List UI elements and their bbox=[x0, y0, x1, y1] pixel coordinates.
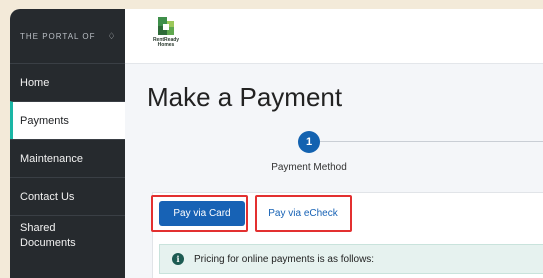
bell-icon[interactable]: ♢ bbox=[108, 31, 117, 42]
sidebar-item-label-line1: Shared bbox=[20, 221, 56, 234]
sidebar: THE PORTAL OF ♢ Home Payments Maintenanc… bbox=[10, 9, 125, 278]
sidebar-item-label: Maintenance bbox=[20, 152, 83, 165]
rentready-logo[interactable]: RentReady Homes bbox=[146, 15, 186, 48]
sidebar-item-payments[interactable]: Payments bbox=[10, 101, 125, 139]
pricing-info-text: Pricing for online payments is as follow… bbox=[194, 253, 375, 265]
sidebar-item-label: Shared Documents bbox=[20, 221, 76, 251]
sidebar-item-shared-documents[interactable]: Shared Documents bbox=[10, 215, 125, 255]
logo-line2: Homes bbox=[157, 42, 175, 48]
sidebar-item-label: Contact Us bbox=[20, 190, 75, 203]
step-number: 1 bbox=[298, 131, 320, 153]
pricing-info-box: i Pricing for online payments is as foll… bbox=[159, 244, 543, 274]
sidebar-item-label-line2: Documents bbox=[20, 236, 76, 249]
logo-text: RentReady Homes bbox=[146, 38, 186, 48]
sidebar-item-label: Home bbox=[20, 76, 50, 89]
page-title: Make a Payment bbox=[147, 82, 343, 112]
app-window: THE PORTAL OF ♢ Home Payments Maintenanc… bbox=[10, 9, 543, 278]
portal-header: THE PORTAL OF ♢ bbox=[10, 9, 125, 63]
main-content: Make a Payment 1 Payment Method Pay via … bbox=[125, 64, 543, 278]
info-icon: i bbox=[172, 253, 184, 265]
sidebar-item-home[interactable]: Home bbox=[10, 63, 125, 101]
pay-via-echeck-button[interactable]: Pay via eCheck bbox=[260, 201, 346, 226]
payment-card: Pay via Card Pay via eCheck i Pricing fo… bbox=[151, 192, 543, 278]
house-logo-icon bbox=[158, 17, 174, 35]
sidebar-item-maintenance[interactable]: Maintenance bbox=[10, 139, 125, 177]
portal-title: THE PORTAL OF bbox=[20, 31, 96, 41]
stepper-line bbox=[320, 141, 543, 142]
sidebar-item-label: Payments bbox=[20, 114, 69, 127]
pay-via-card-button[interactable]: Pay via Card bbox=[159, 201, 245, 226]
step-label: Payment Method bbox=[271, 162, 347, 173]
top-header: RentReady Homes bbox=[125, 9, 543, 64]
sidebar-item-contact-us[interactable]: Contact Us bbox=[10, 177, 125, 215]
